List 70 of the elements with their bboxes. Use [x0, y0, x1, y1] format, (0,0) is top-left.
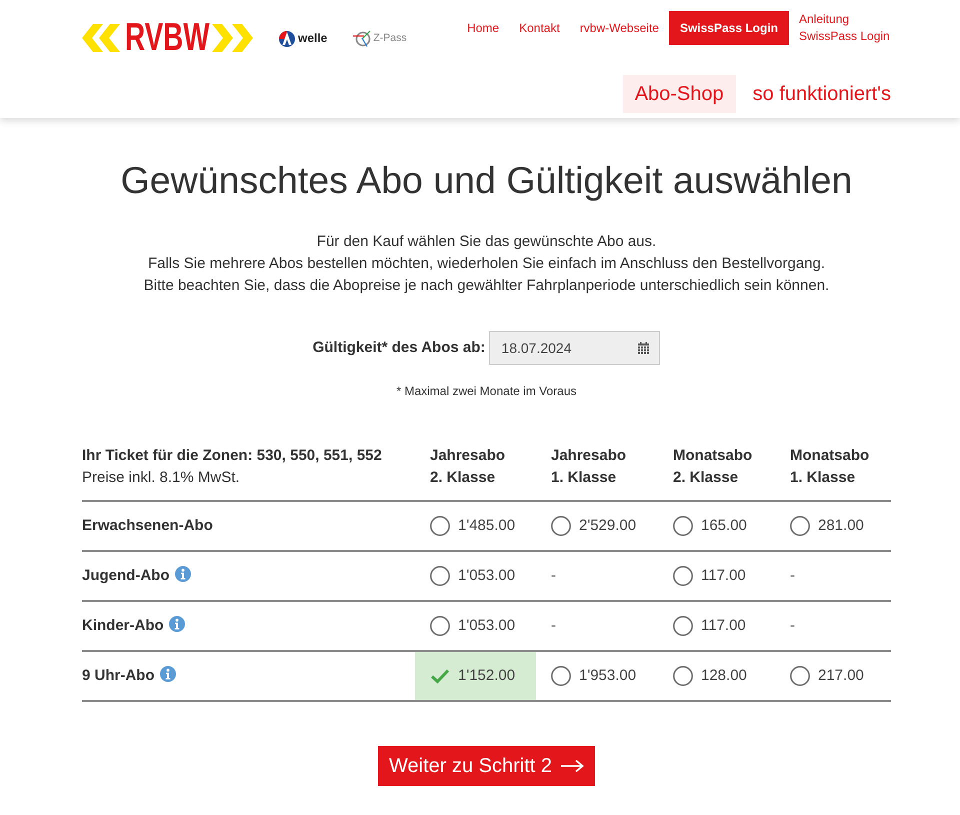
- column-heading: Jahresabo: [551, 446, 628, 466]
- page-title: Gewünschtes Abo und Gültigkeit auswählen: [120, 158, 854, 202]
- radio-button[interactable]: [430, 616, 450, 636]
- logo-icon: [279, 29, 295, 47]
- price-text: 165.00: [701, 516, 747, 536]
- radio-button[interactable]: [551, 666, 571, 686]
- unavailable-dash: -: [551, 616, 556, 634]
- logo-text[interactable]: welle: [298, 31, 328, 45]
- price-text: 117.00: [701, 616, 746, 636]
- radio-button[interactable]: [551, 516, 571, 536]
- radio-button[interactable]: [673, 616, 693, 636]
- arrow-right-icon: [560, 759, 584, 773]
- column-heading: Monatsabo: [673, 446, 754, 466]
- column-heading: 2. Klasse: [673, 468, 740, 488]
- info-icon[interactable]: [168, 616, 185, 632]
- double-chevron-icon: [212, 24, 253, 52]
- column-heading: 1. Klasse: [790, 468, 856, 488]
- radio-button[interactable]: [430, 516, 450, 536]
- unavailable-dash: -: [551, 566, 556, 584]
- radio-button[interactable]: [673, 666, 693, 686]
- info-icon[interactable]: [160, 666, 176, 682]
- price-text: 1'485.00: [458, 516, 516, 536]
- login-button[interactable]: SwissPass Login: [668, 11, 789, 45]
- nav-link[interactable]: Home: [457, 20, 510, 36]
- info-icon[interactable]: [174, 566, 190, 582]
- column-heading: Monatsabo: [790, 446, 870, 466]
- radio-button[interactable]: [430, 566, 450, 586]
- column-heading: Jahresabo: [430, 446, 506, 466]
- row-label: Jugend-Abo: [82, 566, 170, 584]
- zones-heading: Ihr Ticket für die Zonen: 530, 550, 551, 552: [82, 446, 383, 466]
- price-text: 217.00: [818, 666, 864, 686]
- price-text: 1'152.00: [458, 666, 516, 686]
- price-text: 2'529.00: [579, 516, 636, 536]
- calendar-icon[interactable]: [638, 342, 650, 354]
- radio-button[interactable]: [673, 516, 693, 536]
- footnote-text: * Maximal zwei Monate im Voraus: [395, 383, 578, 400]
- selected-option-cell[interactable]: 1'152.00: [415, 651, 536, 701]
- logo-text[interactable]: Z-Pass: [373, 32, 407, 44]
- nav-tab[interactable]: Abo-Shop: [622, 75, 736, 113]
- radio-button[interactable]: [673, 566, 693, 586]
- nav-link[interactable]: Anleitung SwissPass Login: [789, 11, 891, 45]
- nav-link[interactable]: Kontakt: [509, 20, 570, 36]
- price-text: 281.00: [818, 516, 864, 536]
- vat-note: Preise inkl. 8.1% MwSt.: [82, 468, 241, 488]
- radio-button[interactable]: [790, 666, 810, 686]
- radio-button[interactable]: [790, 516, 810, 536]
- intro-text: Bitte beachten Sie, dass die Abopreise je nach gewählter Fahrplanperiode unterschiedlich sein können.: [142, 276, 830, 296]
- field-label: Gültigkeit* des Abos ab:: [312, 338, 486, 358]
- row-label: 9 Uhr-Abo: [82, 666, 154, 684]
- logo-icon: [353, 30, 372, 46]
- price-text: 1'953.00: [579, 666, 636, 686]
- column-heading: 2. Klasse: [430, 468, 496, 488]
- row-label: Kinder-Abo: [82, 616, 164, 634]
- date-field[interactable]: 18.07.2024: [489, 331, 660, 365]
- check-icon[interactable]: [430, 668, 450, 684]
- column-heading: 1. Klasse: [551, 468, 618, 488]
- next-step-button[interactable]: Weiter zu Schritt 2: [378, 746, 596, 786]
- intro-text: Für den Kauf wählen Sie das gewünschte Abo aus.: [316, 232, 658, 252]
- row-label: Erwachsenen-Abo: [82, 516, 213, 534]
- unavailable-dash: -: [790, 566, 795, 584]
- double-chevron-icon: [82, 24, 120, 52]
- price-text: 128.00: [701, 666, 747, 686]
- price-text: 1'053.00: [458, 566, 516, 586]
- nav-tab[interactable]: so funktioniert's: [740, 75, 903, 113]
- logo-text[interactable]: RVBW: [125, 24, 210, 52]
- price-text: 117.00: [701, 566, 746, 586]
- nav-link[interactable]: rvbw-Webseite: [570, 20, 669, 36]
- intro-text: Falls Sie mehrere Abos bestellen möchten, wiederholen Sie einfach im Anschluss den Bestellvorgang.: [146, 254, 826, 274]
- unavailable-dash: -: [790, 616, 795, 634]
- price-text: 1'053.00: [458, 616, 516, 636]
